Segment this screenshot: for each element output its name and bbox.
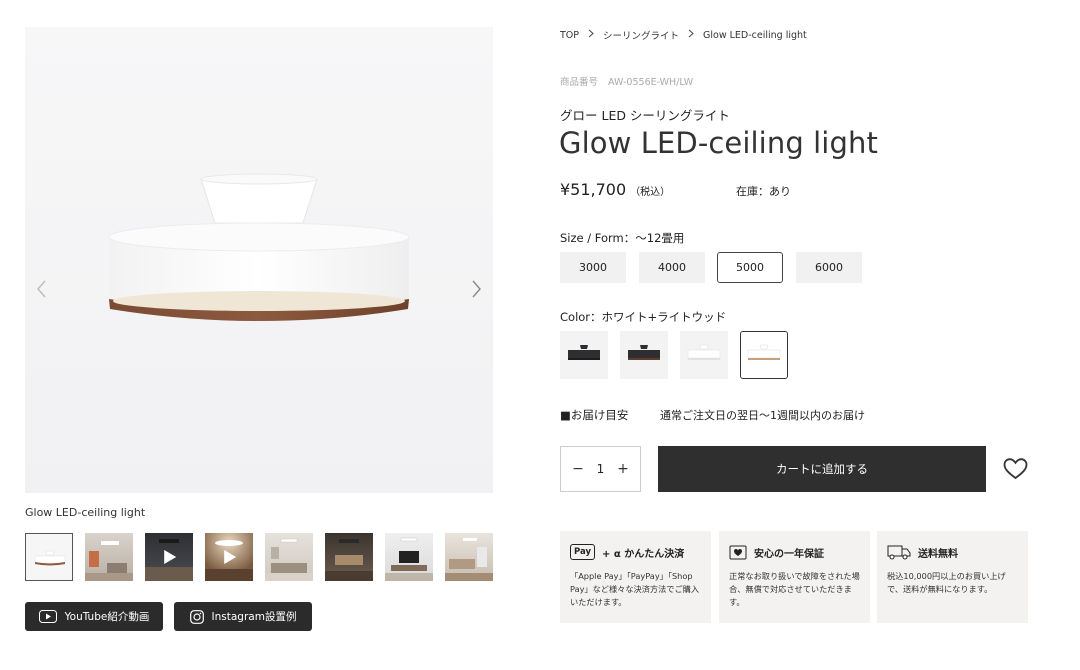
breadcrumb: TOP シーリングライト Glow LED-ceiling light bbox=[560, 28, 807, 43]
feature-payment-title: + α かんたん決済 bbox=[602, 548, 685, 560]
thumbnail-room-scene-5[interactable] bbox=[445, 533, 493, 581]
chevron-left-icon bbox=[37, 280, 46, 298]
youtube-button-label: YouTube紹介動画 bbox=[64, 611, 150, 623]
heart-icon bbox=[1003, 458, 1028, 480]
thumbnail-room-scene-3[interactable] bbox=[325, 533, 373, 581]
size-label: Size / Form：〜12畳用 bbox=[560, 231, 685, 245]
product-title: Glow LED-ceiling light bbox=[559, 126, 878, 160]
size-option-5000[interactable]: 5000 bbox=[717, 252, 783, 283]
thumbnail-room-scene-1[interactable] bbox=[85, 533, 133, 581]
breadcrumb-ceiling-light[interactable]: シーリングライト bbox=[603, 28, 679, 42]
product-code-label: 商品番号 bbox=[560, 77, 599, 88]
favorite-button[interactable] bbox=[1003, 457, 1028, 481]
next-image-arrow[interactable] bbox=[467, 277, 485, 301]
thumbnail-strip bbox=[25, 533, 495, 581]
color-swatch-black-darkwood[interactable] bbox=[620, 331, 668, 379]
color-swatch-black-black[interactable] bbox=[560, 331, 608, 379]
size-option-6000[interactable]: 6000 bbox=[796, 252, 862, 283]
price-value: ¥51,700 bbox=[560, 180, 627, 199]
feature-warranty: 安心の一年保証 正常なお取り扱いで故障をされた場合、無償で対応させていただきます… bbox=[719, 531, 870, 623]
price: ¥51,700 （税込） bbox=[560, 180, 670, 199]
product-subtitle: グロー LED シーリングライト bbox=[560, 108, 730, 123]
delivery-label: ■お届け目安 bbox=[560, 408, 629, 422]
image-caption: Glow LED-ceiling light bbox=[25, 506, 146, 519]
feature-warranty-title: 安心の一年保証 bbox=[754, 548, 824, 560]
instagram-button[interactable]: Instagram設置例 bbox=[174, 602, 312, 631]
feature-payment-text: 「Apple Pay」「PayPay」「Shop Pay」など様々な決済方法でご… bbox=[570, 571, 700, 607]
size-option-4000[interactable]: 4000 bbox=[639, 252, 705, 283]
applepay-icon: Pay bbox=[570, 544, 596, 560]
thumbnail-room-scene-2[interactable] bbox=[265, 533, 313, 581]
delivery-estimate: 通常ご注文日の翌日〜1週間以内のお届け bbox=[660, 409, 865, 422]
thumbnail-room-scene-4[interactable] bbox=[385, 533, 433, 581]
chevron-right-icon bbox=[472, 280, 481, 298]
feature-shipping-title: 送料無料 bbox=[918, 548, 958, 560]
chevron-right-icon bbox=[588, 29, 594, 41]
youtube-video-button[interactable]: YouTube紹介動画 bbox=[25, 602, 163, 631]
product-code-value: AW-0556E-WH/LW bbox=[608, 77, 694, 88]
add-to-cart-button[interactable]: カートに追加する bbox=[658, 446, 986, 492]
quantity-decrease-button[interactable]: − bbox=[571, 461, 585, 477]
quantity-increase-button[interactable]: + bbox=[616, 461, 630, 477]
size-option-3000[interactable]: 3000 bbox=[560, 252, 626, 283]
stock-status: 在庫：あり bbox=[736, 185, 791, 198]
youtube-icon bbox=[38, 610, 57, 623]
thumbnail-video-1[interactable] bbox=[145, 533, 193, 581]
main-product-image bbox=[25, 27, 493, 493]
thumbnail-lamp-front[interactable] bbox=[25, 533, 73, 581]
breadcrumb-current: Glow LED-ceiling light bbox=[703, 29, 807, 41]
shield-heart-icon bbox=[729, 545, 747, 560]
quantity-value[interactable]: 1 bbox=[597, 462, 605, 476]
thumbnail-video-2[interactable] bbox=[205, 533, 253, 581]
tax-note: （税込） bbox=[630, 187, 671, 198]
color-swatch-white-lightwood[interactable] bbox=[740, 331, 788, 379]
instagram-button-label: Instagram設置例 bbox=[211, 611, 297, 623]
ceiling-lamp-illustration bbox=[108, 173, 410, 321]
color-label: Color：ホワイト+ライトウッド bbox=[560, 310, 727, 324]
feature-easy-payment: Pay + α かんたん決済 「Apple Pay」「PayPay」「Shop … bbox=[560, 531, 711, 623]
color-swatch-white-white[interactable] bbox=[680, 331, 728, 379]
play-icon bbox=[164, 550, 177, 564]
breadcrumb-top[interactable]: TOP bbox=[560, 30, 579, 41]
prev-image-arrow[interactable] bbox=[33, 277, 51, 301]
product-code: 商品番号 AW-0556E-WH/LW bbox=[560, 74, 693, 88]
truck-icon bbox=[887, 545, 911, 560]
play-icon bbox=[224, 550, 237, 564]
feature-free-shipping: 送料無料 税込10,000円以上のお買い上げで、送料が無料になります。 bbox=[877, 531, 1028, 623]
feature-warranty-text: 正常なお取り扱いで故障をされた場合、無償で対応させていただきます。 bbox=[729, 571, 860, 607]
chevron-right-icon bbox=[688, 29, 694, 41]
quantity-stepper: − 1 + bbox=[560, 446, 641, 492]
feature-shipping-text: 税込10,000円以上のお買い上げで、送料が無料になります。 bbox=[887, 571, 1006, 594]
instagram-icon bbox=[189, 609, 204, 624]
